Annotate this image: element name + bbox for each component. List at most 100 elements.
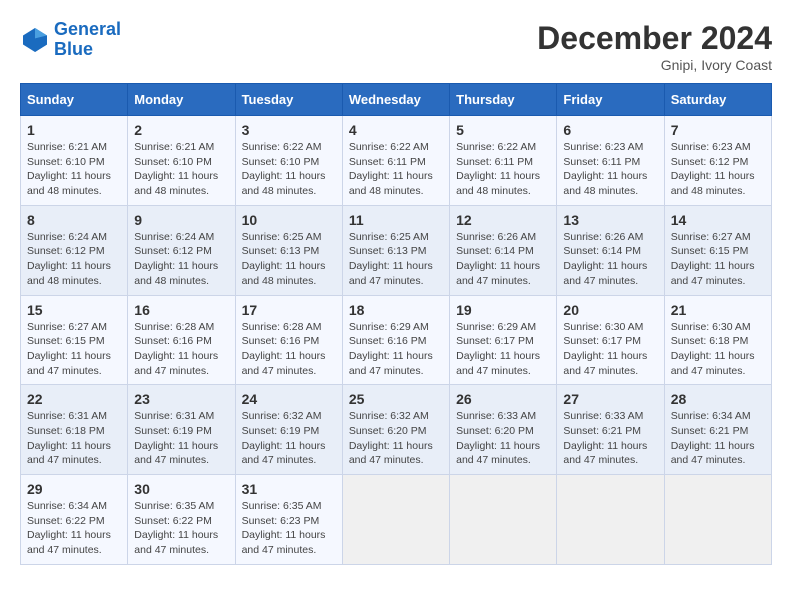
day-info: Sunrise: 6:22 AM Sunset: 6:11 PM Dayligh… (456, 140, 550, 199)
day-number: 3 (242, 122, 336, 138)
calendar-cell (342, 475, 449, 565)
day-info: Sunrise: 6:23 AM Sunset: 6:11 PM Dayligh… (563, 140, 657, 199)
header-day-friday: Friday (557, 84, 664, 116)
day-number: 2 (134, 122, 228, 138)
day-number: 14 (671, 212, 765, 228)
calendar-cell: 16 Sunrise: 6:28 AM Sunset: 6:16 PM Dayli… (128, 295, 235, 385)
calendar-cell: 24Sunrise: 6:32 AM Sunset: 6:19 PM Dayli… (235, 385, 342, 475)
header-day-sunday: Sunday (21, 84, 128, 116)
calendar-cell: 21 Sunrise: 6:30 AM Sunset: 6:18 PM Dayli… (664, 295, 771, 385)
calendar-cell: 17 Sunrise: 6:28 AM Sunset: 6:16 PM Dayli… (235, 295, 342, 385)
day-info: Sunrise: 6:25 AM Sunset: 6:13 PM Dayligh… (349, 230, 443, 289)
day-number: 5 (456, 122, 550, 138)
calendar-cell: 1Sunrise: 6:21 AM Sunset: 6:10 PM Daylig… (21, 116, 128, 206)
day-number: 7 (671, 122, 765, 138)
calendar-cell: 25 Sunrise: 6:32 AM Sunset: 6:20 PM Dayli… (342, 385, 449, 475)
title-area: December 2024 Gnipi, Ivory Coast (537, 20, 772, 73)
day-info: Sunrise: 6:33 AM Sunset: 6:21 PM Dayligh… (563, 409, 657, 468)
day-number: 15 (27, 302, 121, 318)
day-number: 21 (671, 302, 765, 318)
logo-line1: General (54, 19, 121, 39)
day-number: 17 (242, 302, 336, 318)
day-number: 25 (349, 391, 443, 407)
day-number: 9 (134, 212, 228, 228)
calendar-cell (450, 475, 557, 565)
day-info: Sunrise: 6:34 AM Sunset: 6:21 PM Dayligh… (671, 409, 765, 468)
day-info: Sunrise: 6:26 AM Sunset: 6:14 PM Dayligh… (563, 230, 657, 289)
day-info: Sunrise: 6:26 AM Sunset: 6:14 PM Dayligh… (456, 230, 550, 289)
calendar-cell: 27Sunrise: 6:33 AM Sunset: 6:21 PM Dayli… (557, 385, 664, 475)
logo-line2: Blue (54, 39, 93, 59)
day-number: 26 (456, 391, 550, 407)
calendar-cell: 31 Sunrise: 6:35 AM Sunset: 6:23 PM Dayli… (235, 475, 342, 565)
calendar-cell: 8 Sunrise: 6:24 AM Sunset: 6:12 PM Daylig… (21, 205, 128, 295)
calendar-cell: 12 Sunrise: 6:26 AM Sunset: 6:14 PM Dayli… (450, 205, 557, 295)
day-info: Sunrise: 6:21 AM Sunset: 6:10 PM Dayligh… (27, 140, 121, 199)
day-info: Sunrise: 6:25 AM Sunset: 6:13 PM Dayligh… (242, 230, 336, 289)
day-info: Sunrise: 6:24 AM Sunset: 6:12 PM Dayligh… (27, 230, 121, 289)
calendar-cell: 29 Sunrise: 6:34 AM Sunset: 6:22 PM Dayli… (21, 475, 128, 565)
calendar-cell: 20 Sunrise: 6:30 AM Sunset: 6:17 PM Dayli… (557, 295, 664, 385)
day-info: Sunrise: 6:35 AM Sunset: 6:22 PM Dayligh… (134, 499, 228, 558)
day-number: 8 (27, 212, 121, 228)
day-info: Sunrise: 6:32 AM Sunset: 6:19 PM Dayligh… (242, 409, 336, 468)
day-info: Sunrise: 6:30 AM Sunset: 6:18 PM Dayligh… (671, 320, 765, 379)
day-number: 22 (27, 391, 121, 407)
day-info: Sunrise: 6:33 AM Sunset: 6:20 PM Dayligh… (456, 409, 550, 468)
week-row-1: 1Sunrise: 6:21 AM Sunset: 6:10 PM Daylig… (21, 116, 772, 206)
day-number: 12 (456, 212, 550, 228)
calendar-cell: 9 Sunrise: 6:24 AM Sunset: 6:12 PM Daylig… (128, 205, 235, 295)
day-info: Sunrise: 6:29 AM Sunset: 6:16 PM Dayligh… (349, 320, 443, 379)
calendar-cell: 6 Sunrise: 6:23 AM Sunset: 6:11 PM Daylig… (557, 116, 664, 206)
week-row-3: 15Sunrise: 6:27 AM Sunset: 6:15 PM Dayli… (21, 295, 772, 385)
logo-icon (20, 25, 50, 55)
day-info: Sunrise: 6:23 AM Sunset: 6:12 PM Dayligh… (671, 140, 765, 199)
calendar-cell: 26 Sunrise: 6:33 AM Sunset: 6:20 PM Dayli… (450, 385, 557, 475)
day-number: 20 (563, 302, 657, 318)
day-info: Sunrise: 6:28 AM Sunset: 6:16 PM Dayligh… (134, 320, 228, 379)
week-row-5: 29 Sunrise: 6:34 AM Sunset: 6:22 PM Dayli… (21, 475, 772, 565)
day-info: Sunrise: 6:31 AM Sunset: 6:19 PM Dayligh… (134, 409, 228, 468)
day-number: 23 (134, 391, 228, 407)
calendar-cell: 14 Sunrise: 6:27 AM Sunset: 6:15 PM Dayli… (664, 205, 771, 295)
day-number: 18 (349, 302, 443, 318)
day-info: Sunrise: 6:34 AM Sunset: 6:22 PM Dayligh… (27, 499, 121, 558)
calendar-table: SundayMondayTuesdayWednesdayThursdayFrid… (20, 83, 772, 565)
day-info: Sunrise: 6:27 AM Sunset: 6:15 PM Dayligh… (671, 230, 765, 289)
day-number: 29 (27, 481, 121, 497)
header-day-tuesday: Tuesday (235, 84, 342, 116)
day-number: 31 (242, 481, 336, 497)
calendar-cell: 22 Sunrise: 6:31 AM Sunset: 6:18 PM Dayli… (21, 385, 128, 475)
day-number: 6 (563, 122, 657, 138)
day-info: Sunrise: 6:32 AM Sunset: 6:20 PM Dayligh… (349, 409, 443, 468)
day-number: 28 (671, 391, 765, 407)
day-info: Sunrise: 6:28 AM Sunset: 6:16 PM Dayligh… (242, 320, 336, 379)
header-day-saturday: Saturday (664, 84, 771, 116)
logo-text: General Blue (54, 20, 121, 60)
day-info: Sunrise: 6:24 AM Sunset: 6:12 PM Dayligh… (134, 230, 228, 289)
calendar-cell: 4Sunrise: 6:22 AM Sunset: 6:11 PM Daylig… (342, 116, 449, 206)
calendar-cell: 10Sunrise: 6:25 AM Sunset: 6:13 PM Dayli… (235, 205, 342, 295)
calendar-cell: 23 Sunrise: 6:31 AM Sunset: 6:19 PM Dayli… (128, 385, 235, 475)
calendar-cell: 28 Sunrise: 6:34 AM Sunset: 6:21 PM Dayli… (664, 385, 771, 475)
calendar-cell: 5 Sunrise: 6:22 AM Sunset: 6:11 PM Daylig… (450, 116, 557, 206)
calendar-cell: 18 Sunrise: 6:29 AM Sunset: 6:16 PM Dayli… (342, 295, 449, 385)
day-number: 11 (349, 212, 443, 228)
header-day-monday: Monday (128, 84, 235, 116)
day-number: 13 (563, 212, 657, 228)
calendar-cell: 30 Sunrise: 6:35 AM Sunset: 6:22 PM Dayli… (128, 475, 235, 565)
subtitle: Gnipi, Ivory Coast (537, 57, 772, 73)
calendar-cell: 2Sunrise: 6:21 AM Sunset: 6:10 PM Daylig… (128, 116, 235, 206)
day-info: Sunrise: 6:31 AM Sunset: 6:18 PM Dayligh… (27, 409, 121, 468)
day-info: Sunrise: 6:30 AM Sunset: 6:17 PM Dayligh… (563, 320, 657, 379)
day-number: 16 (134, 302, 228, 318)
header-day-thursday: Thursday (450, 84, 557, 116)
day-info: Sunrise: 6:22 AM Sunset: 6:10 PM Dayligh… (242, 140, 336, 199)
calendar-cell: 15Sunrise: 6:27 AM Sunset: 6:15 PM Dayli… (21, 295, 128, 385)
day-info: Sunrise: 6:35 AM Sunset: 6:23 PM Dayligh… (242, 499, 336, 558)
header-row: SundayMondayTuesdayWednesdayThursdayFrid… (21, 84, 772, 116)
header: General Blue December 2024 Gnipi, Ivory … (20, 20, 772, 73)
day-number: 4 (349, 122, 443, 138)
calendar-cell (664, 475, 771, 565)
day-number: 30 (134, 481, 228, 497)
